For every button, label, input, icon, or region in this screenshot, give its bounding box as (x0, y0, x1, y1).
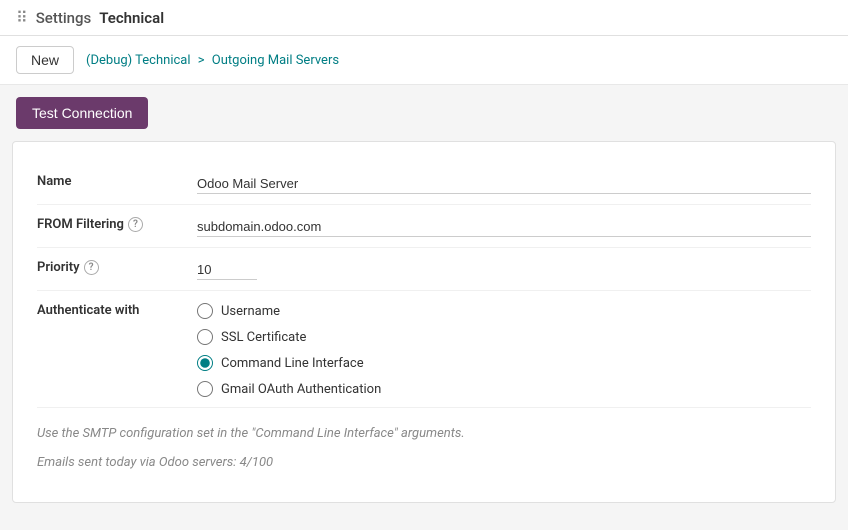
radio-gmail-label: Gmail OAuth Authentication (221, 382, 381, 397)
from-filtering-row: FROM Filtering ? (37, 205, 811, 248)
radio-cli[interactable]: Command Line Interface (197, 355, 811, 371)
form-card: Name FROM Filtering ? Priority ? Authent… (12, 141, 836, 503)
new-button[interactable]: New (16, 46, 74, 74)
technical-label: Technical (99, 9, 164, 27)
action-bar: Test Connection (0, 85, 848, 141)
info-line1: Use the SMTP configuration set in the "C… (37, 424, 811, 445)
grid-icon[interactable]: ⠿ (16, 8, 28, 27)
info-text: Use the SMTP configuration set in the "C… (37, 424, 811, 474)
top-bar: ⠿ Settings Technical (0, 0, 848, 36)
priority-help-icon[interactable]: ? (84, 260, 99, 275)
authenticate-with-row: Authenticate with Username SSL Certifica… (37, 291, 811, 408)
radio-ssl-cert-label: SSL Certificate (221, 330, 306, 345)
name-row: Name (37, 162, 811, 205)
radio-gmail-input[interactable] (197, 381, 213, 397)
name-value (197, 172, 811, 194)
radio-ssl-cert-input[interactable] (197, 329, 213, 345)
priority-input[interactable] (197, 260, 257, 280)
test-connection-button[interactable]: Test Connection (16, 97, 148, 129)
from-filtering-help-icon[interactable]: ? (128, 217, 143, 232)
priority-label: Priority ? (37, 258, 197, 275)
breadcrumb-link[interactable]: Outgoing Mail Servers (212, 53, 339, 68)
info-line2: Emails sent today via Odoo servers: 4/10… (37, 453, 811, 474)
breadcrumb-separator: > (198, 53, 208, 68)
breadcrumb-bar: New (Debug) Technical > Outgoing Mail Se… (0, 36, 848, 85)
from-filtering-value (197, 215, 811, 237)
breadcrumb-debug: (Debug) Technical (86, 53, 191, 68)
radio-gmail[interactable]: Gmail OAuth Authentication (197, 381, 811, 397)
authenticate-with-label: Authenticate with (37, 301, 197, 318)
radio-cli-input[interactable] (197, 355, 213, 371)
breadcrumb: (Debug) Technical > Outgoing Mail Server… (86, 53, 339, 68)
name-input[interactable] (197, 174, 811, 194)
from-filtering-label: FROM Filtering ? (37, 215, 197, 232)
priority-value (197, 258, 811, 280)
radio-ssl-cert[interactable]: SSL Certificate (197, 329, 811, 345)
radio-cli-label: Command Line Interface (221, 356, 364, 371)
radio-username-label: Username (221, 304, 280, 319)
authenticate-with-options: Username SSL Certificate Command Line In… (197, 301, 811, 397)
name-label: Name (37, 172, 197, 189)
from-filtering-input[interactable] (197, 217, 811, 237)
radio-username[interactable]: Username (197, 303, 811, 319)
radio-username-input[interactable] (197, 303, 213, 319)
radio-group: Username SSL Certificate Command Line In… (197, 303, 811, 397)
settings-label: Settings (36, 9, 92, 27)
priority-row: Priority ? (37, 248, 811, 291)
